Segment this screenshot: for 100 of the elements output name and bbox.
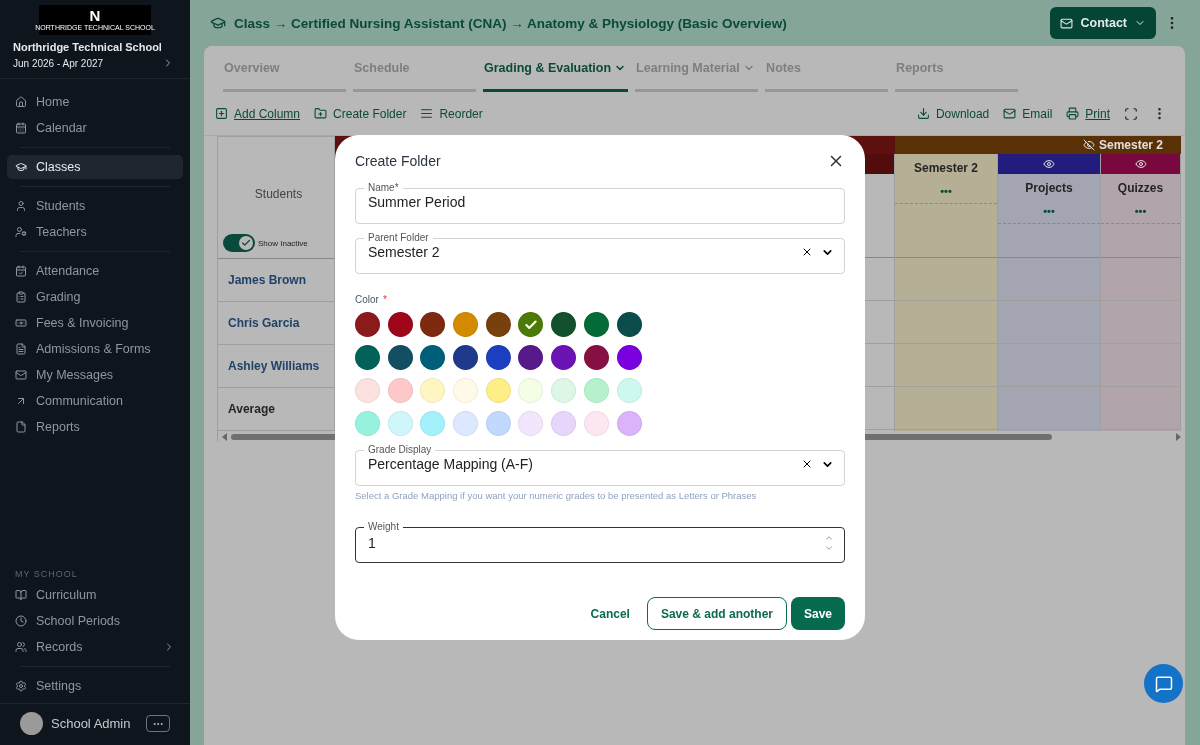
save-and-add-button[interactable]: Save & add another xyxy=(646,597,787,630)
color-swatch[interactable] xyxy=(551,378,577,403)
sidebar-item[interactable]: Calendar xyxy=(7,116,183,140)
fullscreen-icon[interactable] xyxy=(1124,106,1138,121)
weight-field[interactable]: Weight 1 xyxy=(355,521,845,563)
color-swatch[interactable] xyxy=(453,345,479,370)
color-swatch[interactable] xyxy=(453,411,479,436)
toolbar-link[interactable]: Create Folder xyxy=(314,106,407,121)
clock-icon xyxy=(15,615,27,627)
breadcrumb: Class → Certified Nursing Assistant (CNA) → Anatomy & Physiology (Basic Overview) xyxy=(234,15,788,31)
toggle-switch[interactable] xyxy=(223,234,255,252)
color-swatch[interactable] xyxy=(453,312,479,337)
toolbar-link[interactable]: Download xyxy=(916,106,990,121)
color-swatch[interactable] xyxy=(387,378,413,403)
color-swatch[interactable] xyxy=(355,345,380,370)
color-swatch[interactable] xyxy=(616,345,642,370)
sidebar-item[interactable]: Admissions & Forms xyxy=(7,337,183,361)
summary-cell: Average xyxy=(218,388,334,431)
required-mark: * xyxy=(382,294,387,305)
folder-plus-icon xyxy=(314,107,328,120)
toolbar-link[interactable]: Email xyxy=(1003,106,1053,121)
school-name: Northridge Technical School xyxy=(12,40,163,53)
color-swatch[interactable] xyxy=(518,411,544,436)
color-swatch[interactable] xyxy=(453,378,479,403)
column-menu[interactable]: ••• xyxy=(1101,205,1180,224)
color-swatch[interactable] xyxy=(551,312,577,337)
column-menu[interactable]: ••• xyxy=(998,205,1100,224)
color-swatch[interactable] xyxy=(485,345,511,370)
color-swatch[interactable] xyxy=(355,312,380,337)
name-field[interactable]: Name* Summer Period xyxy=(355,182,845,224)
column-menu[interactable]: ••• xyxy=(895,185,997,204)
color-swatch[interactable] xyxy=(420,411,446,436)
eye-icon[interactable] xyxy=(1043,158,1055,170)
more-button[interactable] xyxy=(146,715,170,732)
color-swatch[interactable] xyxy=(387,312,413,337)
parent-folder-select[interactable]: Parent Folder Semester 2 xyxy=(355,232,845,274)
color-swatch[interactable] xyxy=(420,345,446,370)
color-swatch[interactable] xyxy=(485,312,511,337)
sidebar-item[interactable]: Attendance xyxy=(7,259,183,283)
color-swatch[interactable] xyxy=(387,345,413,370)
eye-icon[interactable] xyxy=(1134,158,1147,170)
color-swatch[interactable] xyxy=(616,378,642,403)
book-icon xyxy=(15,589,27,601)
student-name[interactable]: James Brown xyxy=(218,259,334,302)
toggle-label: Show Inactive xyxy=(258,238,308,248)
color-swatch[interactable] xyxy=(583,411,609,436)
color-swatch[interactable] xyxy=(485,411,511,436)
sidebar-item[interactable]: Home xyxy=(7,90,183,114)
sidebar-item[interactable]: School Periods xyxy=(7,609,183,633)
grade-display-select[interactable]: Grade Display Percentage Mapping (A-F) xyxy=(355,444,845,486)
sidebar-item[interactable]: My Messages xyxy=(7,363,183,387)
school-period[interactable]: Jun 2026 - Apr 2027 xyxy=(13,57,104,69)
color-swatch[interactable] xyxy=(616,312,642,337)
save-button[interactable]: Save xyxy=(790,597,845,630)
sidebar-item[interactable]: Grading xyxy=(7,285,183,309)
color-swatch[interactable] xyxy=(551,411,577,436)
document-icon xyxy=(15,343,27,355)
color-swatch[interactable] xyxy=(518,345,544,370)
color-swatch[interactable] xyxy=(355,411,380,436)
banknote-icon xyxy=(15,317,27,329)
sidebar-item[interactable]: Fees & Invoicing xyxy=(7,311,183,335)
color-swatch[interactable] xyxy=(583,312,609,337)
lines-icon xyxy=(420,107,434,120)
sidebar-item[interactable]: Students xyxy=(7,194,183,218)
sidebar-item[interactable]: Communication xyxy=(7,389,183,413)
color-swatch[interactable] xyxy=(551,345,577,370)
toolbar-link[interactable]: Print xyxy=(1066,106,1110,121)
color-swatch[interactable] xyxy=(485,378,511,403)
settings-icon xyxy=(15,680,27,692)
helper-text: Select a Grade Mapping if you want your numeric grades to be presented as Letters or Phrases xyxy=(355,490,758,501)
sidebar-item[interactable]: Settings xyxy=(7,674,183,698)
color-swatch[interactable] xyxy=(583,345,609,370)
column-title: Projects xyxy=(1025,181,1073,195)
color-swatch[interactable] xyxy=(420,312,446,337)
sidebar-item[interactable]: Records xyxy=(7,635,183,659)
toolbar-link[interactable]: Add Column xyxy=(215,106,301,121)
clipboard-icon xyxy=(15,291,27,303)
student-name[interactable]: Ashley Williams xyxy=(218,345,334,388)
color-swatch[interactable] xyxy=(387,411,413,436)
sidebar-item[interactable]: Curriculum xyxy=(7,583,183,607)
toolbar-link[interactable]: Reorder xyxy=(420,106,483,121)
tab[interactable]: Grading & Evaluation xyxy=(483,46,629,92)
user-icon xyxy=(15,200,27,212)
color-swatch[interactable] xyxy=(355,378,380,403)
sidebar-item[interactable]: Reports xyxy=(7,415,183,439)
users-icon xyxy=(15,641,27,653)
avatar[interactable] xyxy=(20,712,43,735)
sidebar-item[interactable]: Classes xyxy=(7,155,183,179)
sidebar-item[interactable]: Teachers xyxy=(7,220,183,244)
color-swatch[interactable] xyxy=(518,312,544,337)
student-name[interactable]: Chris Garcia xyxy=(218,302,334,345)
color-swatch[interactable] xyxy=(518,378,544,403)
contact-button[interactable]: Contact xyxy=(1050,7,1156,39)
group-title: Semester 2 xyxy=(1098,138,1163,152)
eye-off-icon[interactable] xyxy=(1082,139,1095,151)
color-swatch[interactable] xyxy=(616,411,642,436)
color-swatch[interactable] xyxy=(420,378,446,403)
download-icon xyxy=(916,107,930,120)
column-title: Quizzes xyxy=(1117,181,1164,195)
color-swatch[interactable] xyxy=(583,378,609,403)
